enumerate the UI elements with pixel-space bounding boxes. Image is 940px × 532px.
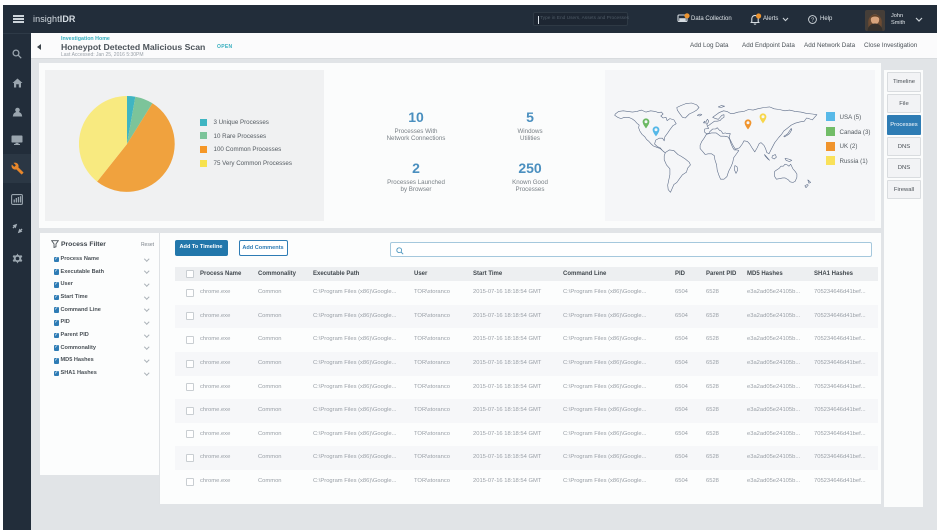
svg-text:?: ?	[811, 18, 814, 24]
